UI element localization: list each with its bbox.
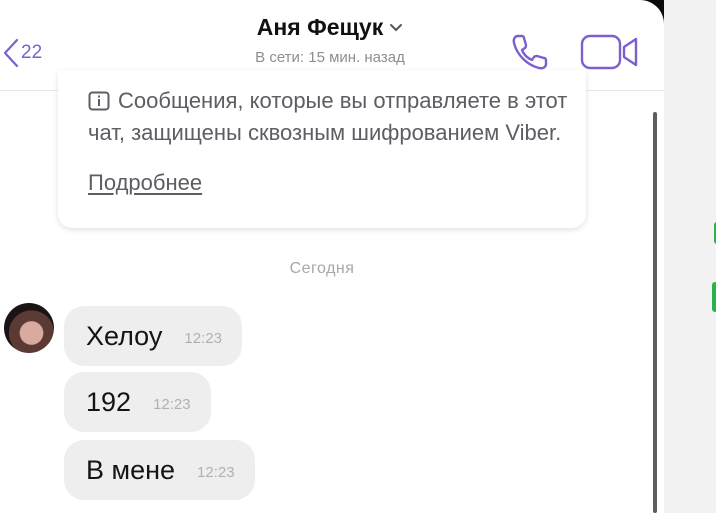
chat-screen: 22 Аня Фещук В сети: 15 мин. назад Сообщ… bbox=[0, 0, 664, 513]
message-time: 12:23 bbox=[184, 329, 222, 347]
encryption-icon bbox=[88, 89, 110, 118]
online-status: В сети: 15 мин. назад bbox=[255, 49, 405, 66]
message-time: 12:23 bbox=[153, 395, 191, 413]
contact-name: Аня Фещук bbox=[256, 14, 384, 40]
scrollbar[interactable] bbox=[653, 112, 657, 513]
back-button[interactable]: 22 bbox=[2, 36, 42, 70]
message-time: 12:23 bbox=[197, 463, 235, 481]
background-strip bbox=[664, 0, 716, 513]
message-text: Хелоу bbox=[86, 320, 163, 351]
message-bubble[interactable]: В мене 12:23 bbox=[64, 440, 255, 500]
avatar[interactable] bbox=[4, 303, 54, 353]
chevron-down-icon bbox=[389, 23, 403, 33]
chevron-left-icon bbox=[2, 38, 20, 68]
encryption-notice: Сообщения, которые вы отправляете в этот… bbox=[58, 70, 586, 228]
date-separator: Сегодня bbox=[289, 260, 355, 277]
encryption-notice-text: Сообщения, которые вы отправляете в этот… bbox=[88, 88, 568, 145]
learn-more-link[interactable]: Подробнее bbox=[88, 170, 202, 196]
contact-info[interactable]: Аня Фещук В сети: 15 мин. назад bbox=[220, 14, 440, 66]
edge-indicator bbox=[712, 282, 716, 312]
message-bubble[interactable]: Хелоу 12:23 bbox=[64, 306, 242, 366]
unread-count: 22 bbox=[21, 42, 43, 63]
video-camera-icon bbox=[578, 34, 642, 78]
message-text: В мене bbox=[86, 454, 176, 485]
message-text: 192 bbox=[86, 386, 132, 417]
video-call-button[interactable] bbox=[578, 30, 642, 79]
message-bubble[interactable]: 192 12:23 bbox=[64, 372, 211, 432]
